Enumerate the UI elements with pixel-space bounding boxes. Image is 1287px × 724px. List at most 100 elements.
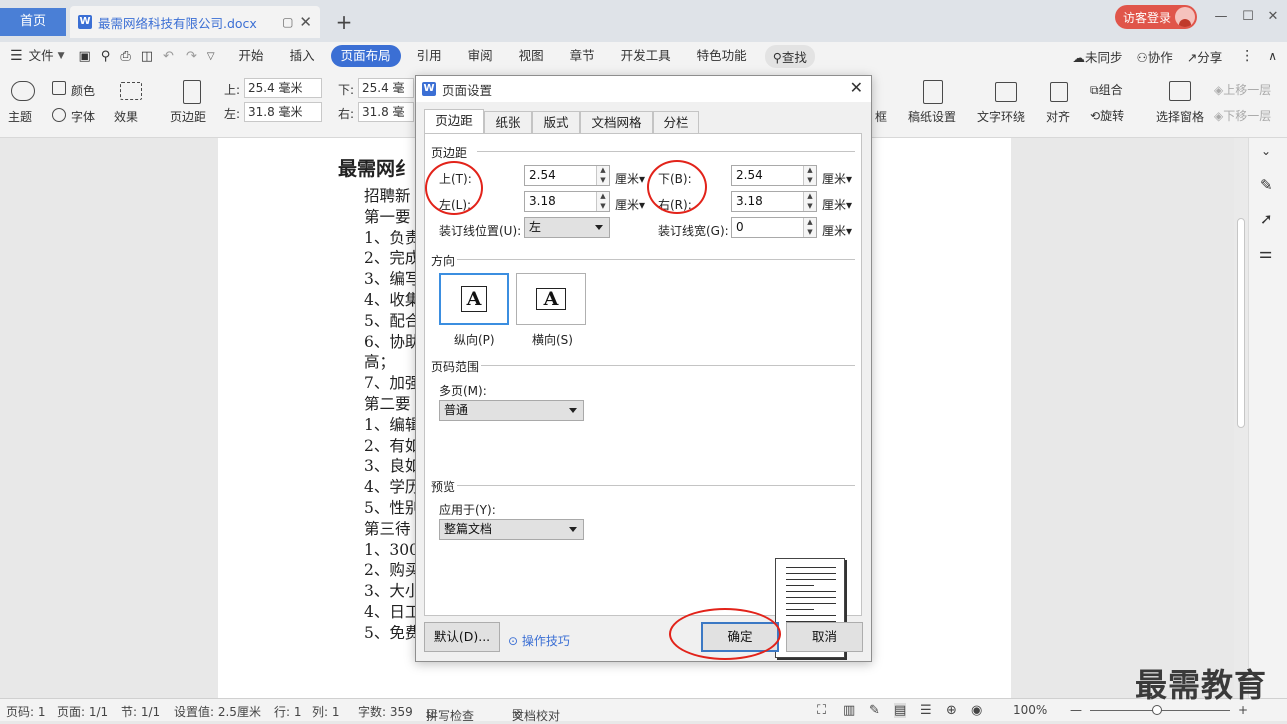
rotate-button[interactable]: ⟲旋转	[1090, 107, 1124, 124]
read-mode-icon[interactable]: ▥	[843, 703, 855, 718]
top-margin-spinner[interactable]: 2.54 ▲ ▼	[524, 165, 610, 186]
top-margin-input[interactable]: 25.4 毫米	[244, 78, 322, 98]
save-icon[interactable]: ▣	[79, 49, 91, 64]
home-tab[interactable]: 首页	[0, 8, 66, 36]
right-margin-unit[interactable]: 厘米▾	[822, 196, 852, 213]
tab-chapter[interactable]: 章节	[560, 45, 605, 67]
left-margin-unit[interactable]: 厘米▾	[615, 196, 645, 213]
spinner-arrows[interactable]: ▲ ▼	[596, 192, 609, 211]
top-margin-unit[interactable]: 厘米▾	[615, 170, 645, 187]
left-margin-spinner[interactable]: 3.18 ▲ ▼	[524, 191, 610, 212]
close-window-icon[interactable]: ✕	[1262, 6, 1284, 28]
tab-insert[interactable]: 插入	[280, 45, 325, 67]
sync-status[interactable]: ☁未同步	[1072, 47, 1122, 66]
new-tab-button[interactable]: +	[334, 10, 354, 34]
format-painter-icon[interactable]: ⚲	[101, 49, 111, 64]
search-button[interactable]: ⚲查找	[764, 44, 815, 68]
scrollbar-thumb[interactable]	[1237, 218, 1245, 428]
adjust-icon[interactable]: ⚌	[1259, 244, 1272, 262]
document-tab[interactable]: W 最需网络科技有限公司.docx ▢ ✕	[70, 6, 320, 38]
print-preview-icon[interactable]: ◫	[141, 49, 153, 64]
effect-button[interactable]: 效果	[114, 108, 138, 125]
rotate-icon: ⟲	[1090, 109, 1101, 123]
dialog-tab-columns[interactable]: 分栏	[653, 111, 699, 133]
bottom-margin-input[interactable]: 25.4 毫米	[358, 78, 414, 98]
spinner-arrows[interactable]: ▲ ▼	[803, 166, 816, 185]
right-margin-spinner[interactable]: 3.18 ▲ ▼	[731, 191, 817, 212]
print-icon[interactable]: ⎙	[120, 49, 130, 64]
close-tab-icon[interactable]: ✕	[299, 13, 312, 31]
color-button[interactable]: 颜色	[71, 82, 95, 99]
tab-home[interactable]: 开始	[229, 45, 274, 67]
hamburger-icon[interactable]: ☰	[10, 48, 23, 64]
redo-icon[interactable]: ↷	[186, 49, 197, 64]
tab-developer[interactable]: 开发工具	[611, 45, 681, 67]
write-mode-icon[interactable]: ✎	[869, 703, 880, 718]
text-wrap-button[interactable]: 文字环绕	[977, 108, 1025, 125]
visitor-login-button[interactable]: 访客登录	[1115, 5, 1197, 29]
gutter-position-select[interactable]: 左	[524, 217, 610, 238]
manuscript-button[interactable]: 稿纸设置	[908, 108, 956, 125]
spinner-arrows[interactable]: ▲ ▼	[803, 192, 816, 211]
gutter-width-spinner[interactable]: 0 ▲ ▼	[731, 217, 817, 238]
margins-button[interactable]: 页边距	[170, 108, 206, 125]
collapse-ribbon-icon[interactable]: ∧	[1268, 49, 1277, 63]
default-button[interactable]: 默认(D)...	[424, 622, 500, 652]
send-backward-button[interactable]: ◈下移一层	[1214, 107, 1287, 124]
more-icon[interactable]: ⋮	[1240, 48, 1254, 64]
dialog-tab-layout[interactable]: 版式	[532, 111, 580, 133]
apply-to-select[interactable]: 整篇文档	[439, 519, 584, 540]
outline-view-icon[interactable]: ☰	[920, 703, 932, 718]
bottom-margin-unit[interactable]: 厘米▾	[822, 170, 852, 187]
fullscreen-icon[interactable]: ⛶	[817, 703, 826, 718]
cancel-button[interactable]: 取消	[786, 622, 863, 652]
collaborate-button[interactable]: ⚇协作	[1136, 47, 1172, 66]
portrait-option[interactable]: A	[439, 273, 509, 325]
collapse-panel-icon[interactable]: ⌄	[1261, 144, 1271, 158]
dialog-tab-doc-grid[interactable]: 文档网格	[580, 111, 653, 133]
multi-page-select[interactable]: 普通	[439, 400, 584, 421]
pin-icon[interactable]: ▢	[282, 15, 293, 29]
frame-button-label[interactable]: 框	[875, 108, 887, 125]
share-button[interactable]: ↗分享	[1187, 47, 1223, 66]
selection-pane-button[interactable]: 选择窗格	[1156, 108, 1204, 125]
undo-icon[interactable]: ↶	[163, 49, 174, 64]
bottom-margin-spinner[interactable]: 2.54 ▲ ▼	[731, 165, 817, 186]
zoom-slider-handle[interactable]	[1152, 705, 1162, 715]
ok-button[interactable]: 确定	[701, 622, 779, 652]
tab-review[interactable]: 审阅	[458, 45, 503, 67]
zoom-level[interactable]: 100%	[1013, 703, 1047, 717]
dialog-title-bar[interactable]: W 页面设置 ✕	[416, 76, 871, 102]
left-margin-input[interactable]: 31.8 毫米	[244, 102, 322, 122]
tab-special[interactable]: 特色功能	[687, 45, 757, 67]
maximize-icon[interactable]: ☐	[1237, 6, 1259, 28]
dialog-tab-paper[interactable]: 纸张	[484, 111, 532, 133]
bring-forward-button[interactable]: ◈上移一层	[1214, 81, 1287, 98]
landscape-option[interactable]: A	[516, 273, 586, 325]
spinner-arrows[interactable]: ▲ ▼	[596, 166, 609, 185]
gutter-width-unit[interactable]: 厘米▾	[822, 222, 852, 239]
tab-references[interactable]: 引用	[407, 45, 452, 67]
tips-link[interactable]: ⊙ 操作技巧	[508, 632, 570, 649]
vertical-scrollbar[interactable]	[1234, 138, 1248, 698]
font-button[interactable]: 字体	[71, 108, 95, 125]
dialog-tab-margins[interactable]: 页边距	[424, 109, 484, 133]
dialog-close-icon[interactable]: ✕	[850, 78, 863, 97]
group-button[interactable]: ⧉组合	[1090, 81, 1123, 98]
right-margin-input[interactable]: 31.8 毫米	[358, 102, 414, 122]
spinner-arrows[interactable]: ▲ ▼	[803, 218, 816, 237]
zoom-out-icon[interactable]: —	[1070, 703, 1082, 717]
theme-icon[interactable]	[11, 81, 35, 101]
eye-protection-icon[interactable]: ◉	[971, 703, 982, 718]
customize-icon[interactable]: ▽	[207, 51, 215, 62]
pen-icon[interactable]: ✎	[1260, 176, 1273, 194]
pointer-icon[interactable]: ➚	[1260, 210, 1273, 228]
page-view-icon[interactable]: ▤	[894, 703, 907, 718]
align-button[interactable]: 对齐	[1046, 108, 1070, 125]
tab-view[interactable]: 视图	[509, 45, 554, 67]
minimize-icon[interactable]: —	[1210, 6, 1232, 28]
theme-button[interactable]: 主题	[8, 108, 32, 125]
tab-page-layout[interactable]: 页面布局	[330, 45, 401, 67]
web-view-icon[interactable]: ⊕	[946, 703, 957, 718]
section-divider	[477, 151, 855, 152]
